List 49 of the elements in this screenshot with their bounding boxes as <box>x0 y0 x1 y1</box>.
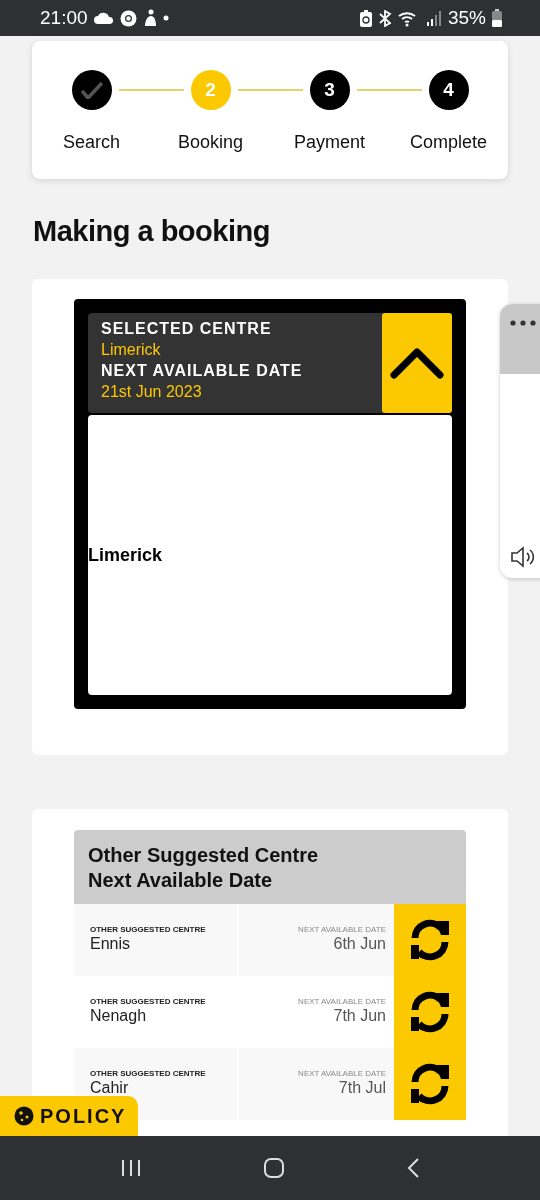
back-icon[interactable] <box>405 1157 420 1179</box>
page-heading: Making a booking <box>33 215 271 248</box>
field-label: NEXT AVAILABLE DATE <box>298 925 386 934</box>
date-value: 7th Jul <box>338 1079 386 1097</box>
browser-icon <box>119 9 137 27</box>
battery-saver-icon <box>359 9 372 27</box>
bluetooth-icon <box>377 9 392 27</box>
field-label: NEXT AVAILABLE DATE <box>101 362 304 380</box>
dot-icon <box>162 15 169 21</box>
header-title: Other Suggested Centre <box>88 844 320 867</box>
policy-button[interactable]: POLICY <box>0 1096 138 1136</box>
map-label: Limerick <box>88 544 163 566</box>
header-title: Next Available Date <box>88 869 274 892</box>
step-label: Complete <box>409 132 487 153</box>
date-value: 21st Jun 2023 <box>101 383 203 401</box>
clock-time: 21:00 <box>40 7 88 29</box>
battery-percent: 35% <box>447 7 486 29</box>
step-label: Search <box>62 132 120 153</box>
speaker-icon[interactable] <box>510 546 536 568</box>
step-circle: 3 <box>309 70 350 110</box>
chevron-up-icon <box>390 347 444 379</box>
centre-name: Limerick <box>101 341 162 359</box>
step-label: Payment <box>293 132 365 153</box>
cookie-icon <box>14 1106 34 1126</box>
centre-name: Nenagh <box>90 1007 148 1025</box>
cloud-icon <box>93 12 114 24</box>
step-circle: 4 <box>428 70 469 110</box>
centre-name: Cahir <box>90 1079 130 1097</box>
recent-apps-icon[interactable] <box>120 1159 143 1177</box>
field-label: NEXT AVAILABLE DATE <box>298 997 386 1006</box>
collapse-button[interactable] <box>382 313 452 413</box>
home-icon[interactable] <box>263 1157 285 1179</box>
battery-icon <box>492 9 502 27</box>
date-value: 6th Jun <box>333 935 386 953</box>
field-label: OTHER SUGGESTED CENTRE <box>90 925 207 934</box>
date-value: 7th Jun <box>333 1007 386 1025</box>
field-label: OTHER SUGGESTED CENTRE <box>90 1069 207 1078</box>
more-icon[interactable] <box>510 320 536 326</box>
figure-icon <box>142 9 157 27</box>
field-label: SELECTED CENTRE <box>101 320 273 338</box>
field-label: OTHER SUGGESTED CENTRE <box>90 997 207 1006</box>
centre-name: Ennis <box>90 935 132 953</box>
field-label: NEXT AVAILABLE DATE <box>298 1069 386 1078</box>
signal-icon <box>425 10 442 26</box>
swap-button[interactable] <box>394 1048 466 1120</box>
step-label: Booking <box>177 132 244 153</box>
check-icon <box>80 81 103 99</box>
swap-button[interactable] <box>394 904 466 976</box>
step-circle: 2 <box>190 70 231 110</box>
